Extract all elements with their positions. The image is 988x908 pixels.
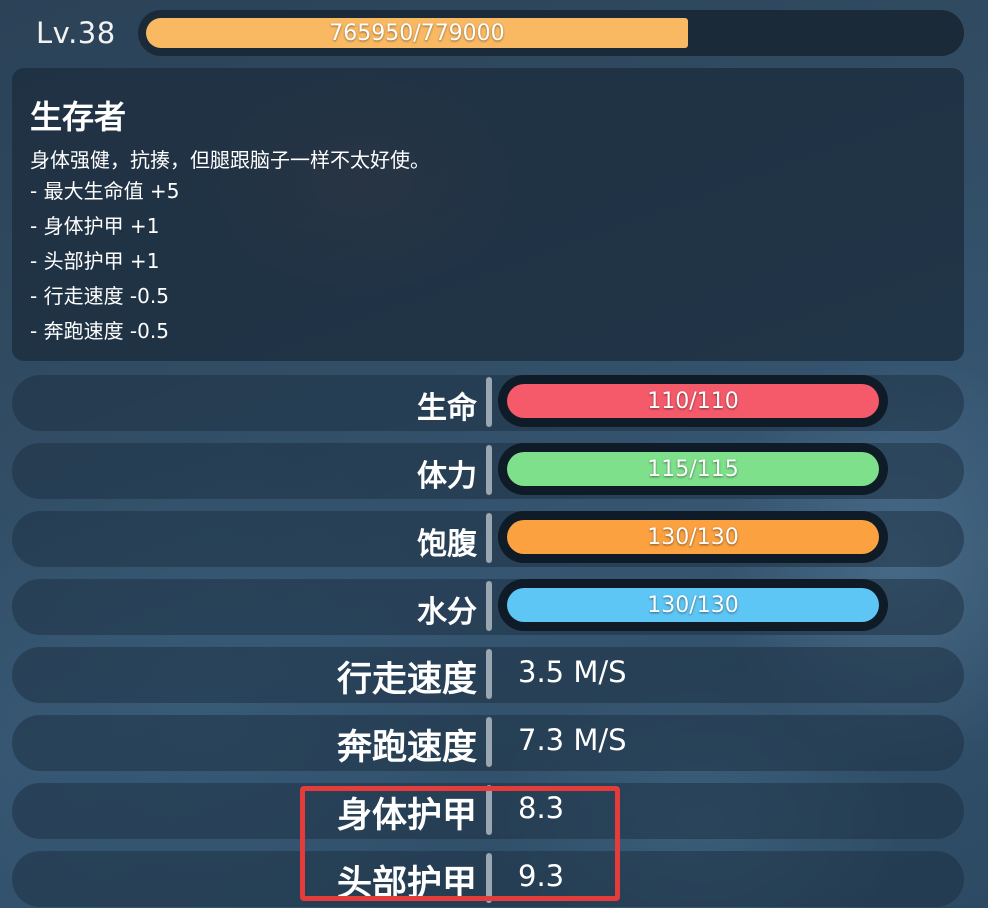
stat-row-stamina: 体力 115/115 (12, 443, 964, 499)
health-bar-text: 110/110 (647, 389, 739, 414)
trait-effect: - 身体护甲 +1 (30, 214, 160, 238)
stat-divider (486, 785, 492, 835)
stat-row-hunger: 饱腹 130/130 (12, 511, 964, 567)
level-header: Lv.38 765950/779000 (0, 0, 988, 66)
stat-label-stamina: 体力 (417, 459, 477, 494)
trait-effect: - 行走速度 -0.5 (30, 284, 169, 308)
stat-row-health: 生命 110/110 (12, 375, 964, 431)
trait-effect: - 头部护甲 +1 (30, 249, 160, 273)
stat-divider (486, 377, 492, 427)
trait-effects-list: - 最大生命值 +5 - 身体护甲 +1 - 头部护甲 +1 - 行走速度 -0… (30, 178, 179, 353)
stat-label-hydration: 水分 (417, 595, 477, 630)
stat-divider (486, 717, 492, 767)
stat-label-head-armor: 头部护甲 (336, 864, 477, 904)
stat-label-hunger: 饱腹 (417, 527, 477, 562)
stat-divider (486, 445, 492, 495)
hunger-bar-text: 130/130 (647, 525, 739, 550)
stat-value-walk-speed: 3.5 M/S (518, 655, 627, 689)
stat-row-head-armor: 头部护甲 9.3 (12, 851, 964, 907)
health-bar: 110/110 (498, 375, 888, 427)
stat-value-body-armor: 8.3 (518, 791, 565, 825)
stat-row-walk-speed: 行走速度 3.5 M/S (12, 647, 964, 703)
trait-description: 身体强健，抗揍，但腿跟脑子一样不太好使。 (30, 148, 430, 172)
stat-divider (486, 581, 492, 631)
trait-effect: - 最大生命值 +5 (30, 179, 180, 203)
stat-row-hydration: 水分 130/130 (12, 579, 964, 635)
stat-label-walk-speed: 行走速度 (336, 660, 477, 700)
trait-effect: - 奔跑速度 -0.5 (30, 319, 169, 343)
trait-name: 生存者 (30, 98, 127, 136)
trait-panel: 生存者 身体强健，抗揍，但腿跟脑子一样不太好使。 - 最大生命值 +5 - 身体… (12, 68, 964, 361)
stamina-bar: 115/115 (498, 443, 888, 495)
stat-value-run-speed: 7.3 M/S (518, 723, 627, 757)
stat-label-health: 生命 (417, 391, 477, 426)
stat-label-run-speed: 奔跑速度 (336, 728, 477, 768)
level-label: Lv.38 (36, 16, 116, 50)
hydration-bar-text: 130/130 (647, 593, 739, 618)
stat-label-body-armor: 身体护甲 (336, 796, 477, 836)
stat-value-head-armor: 9.3 (518, 859, 565, 893)
stat-row-run-speed: 奔跑速度 7.3 M/S (12, 715, 964, 771)
stat-divider (486, 513, 492, 563)
xp-bar: 765950/779000 (138, 10, 964, 56)
stat-row-body-armor: 身体护甲 8.3 (12, 783, 964, 839)
hydration-bar: 130/130 (498, 579, 888, 631)
stat-divider (486, 649, 492, 699)
stat-divider (486, 853, 492, 903)
xp-bar-text: 765950/779000 (329, 21, 505, 46)
hunger-bar: 130/130 (498, 511, 888, 563)
stamina-bar-text: 115/115 (647, 457, 739, 482)
